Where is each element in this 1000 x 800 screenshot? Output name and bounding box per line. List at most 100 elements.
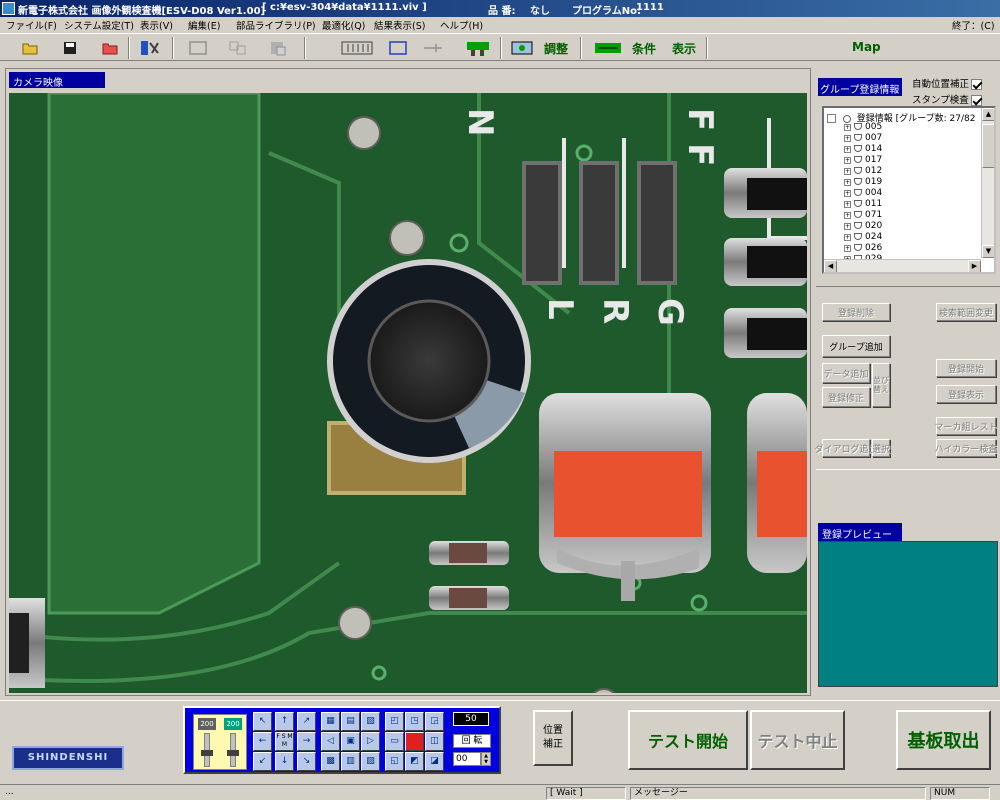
menu-file[interactable]: ファイル(F) xyxy=(6,18,57,32)
display-button[interactable]: 表示 xyxy=(672,40,696,60)
tree-item[interactable]: +014 xyxy=(844,144,882,155)
tree-item[interactable]: +071 xyxy=(844,210,882,221)
zoom-in-icon[interactable]: ▤ xyxy=(341,712,360,731)
board-icon[interactable] xyxy=(592,38,624,58)
select-button[interactable]: 選択 xyxy=(872,439,890,457)
board-eject-button[interactable]: 基板取出 xyxy=(896,710,991,770)
copy-icon[interactable] xyxy=(226,38,250,58)
high-color-button[interactable]: ハイカラー検査 xyxy=(935,439,997,457)
tool-hand-down-icon[interactable]: ◱ xyxy=(385,752,404,771)
image-icon[interactable] xyxy=(508,38,536,58)
grid-icon[interactable]: ▥ xyxy=(341,752,360,771)
register-delete-button[interactable]: 登録削除 xyxy=(822,303,890,321)
tree-horizontal-scrollbar[interactable]: ◀ ▶ xyxy=(824,259,981,272)
save-icon[interactable] xyxy=(58,38,82,58)
map-button[interactable]: Map xyxy=(852,40,881,60)
stop-icon[interactable] xyxy=(405,732,424,751)
tool-move-icon[interactable]: ◩ xyxy=(405,752,424,771)
move-down-right-icon[interactable]: ↘ xyxy=(297,752,316,771)
condition-button[interactable]: 条件 xyxy=(632,40,656,60)
window-icon[interactable] xyxy=(386,38,410,58)
register-start-button[interactable]: 登録開始 xyxy=(936,359,996,377)
tree-vertical-scrollbar[interactable]: ▲ ▼ xyxy=(981,108,994,258)
expand-icon[interactable]: + xyxy=(844,201,851,208)
tree-item[interactable]: +020 xyxy=(844,221,882,232)
tool-frame-icon[interactable]: ▭ xyxy=(385,732,404,751)
scroll-up-icon[interactable]: ▲ xyxy=(982,108,994,121)
scroll-down-icon[interactable]: ▼ xyxy=(982,245,994,258)
menu-help[interactable]: ヘルプ(H) xyxy=(440,18,483,32)
step-icon[interactable]: ▣ xyxy=(341,732,360,751)
tree-item[interactable]: +007 xyxy=(844,133,882,144)
menu-exit[interactable]: 終了：(C) xyxy=(952,18,995,32)
expand-icon[interactable]: + xyxy=(844,157,851,164)
expand-icon[interactable]: + xyxy=(844,212,851,219)
tree-item[interactable]: +017 xyxy=(844,155,882,166)
menu-view[interactable]: 表示(V) xyxy=(140,18,173,32)
menu-results[interactable]: 結果表示(S) xyxy=(374,18,425,32)
menu-parts-library[interactable]: 部品ライブラリ(P) xyxy=(236,18,316,32)
group-tree[interactable]: 登録情報 [グループ数: 27/82 +005 +007 +014 +017 +… xyxy=(822,106,996,274)
paste-icon[interactable] xyxy=(266,38,290,58)
tool-pointer-icon[interactable]: ◰ xyxy=(385,712,404,731)
menu-edit[interactable]: 編集(E) xyxy=(188,18,220,32)
scroll-right-icon[interactable]: ▶ xyxy=(968,260,981,272)
rotate-cw-icon[interactable]: ▨ xyxy=(361,752,380,771)
expand-icon[interactable]: + xyxy=(844,234,851,241)
expand-icon[interactable]: + xyxy=(844,168,851,175)
register-view-button[interactable]: 登録表示 xyxy=(936,385,996,403)
rotate-button[interactable]: 回 転 xyxy=(453,734,491,748)
move-up-right-icon[interactable]: ↗ xyxy=(297,712,316,731)
tree-item[interactable]: +005 xyxy=(844,122,882,133)
test-start-button[interactable]: テスト開始 xyxy=(628,710,748,770)
position-correct-button[interactable]: 位置 補正 xyxy=(533,710,573,766)
open-folder-icon[interactable] xyxy=(18,38,42,58)
register-modify-button[interactable]: 登録修正 xyxy=(822,387,870,407)
auto-position-row[interactable]: 自動位置補正 xyxy=(912,76,983,90)
dialog-add-button[interactable]: ダイアログ追加 xyxy=(815,439,878,457)
tool-target-icon[interactable]: ◫ xyxy=(425,732,444,751)
frame-icon[interactable] xyxy=(186,38,210,58)
rotate-ccw-icon[interactable]: ▩ xyxy=(321,752,340,771)
step-back-icon[interactable]: ◁ xyxy=(321,732,340,751)
scroll-left-icon[interactable]: ◀ xyxy=(824,260,837,272)
rotate-spinner-icon[interactable]: ▲ ▼ xyxy=(481,752,491,766)
adjust-button[interactable]: 調整 xyxy=(544,40,568,60)
light-icon[interactable] xyxy=(464,38,494,58)
expand-icon[interactable]: + xyxy=(844,245,851,252)
expand-icon[interactable]: + xyxy=(844,135,851,142)
tree-item[interactable]: +011 xyxy=(844,199,882,210)
expand-icon[interactable]: + xyxy=(844,223,851,230)
move-right-icon[interactable]: → xyxy=(297,732,316,751)
auto-position-checkbox[interactable] xyxy=(971,79,983,90)
move-down-left-icon[interactable]: ↙ xyxy=(253,752,272,771)
group-add-button[interactable]: グループ追加 xyxy=(822,335,890,357)
stamp-checkbox[interactable] xyxy=(970,95,982,106)
open-file-icon[interactable] xyxy=(98,38,122,58)
zoom-fit-icon[interactable]: ▧ xyxy=(361,712,380,731)
zoom-area-icon[interactable]: ▦ xyxy=(321,712,340,731)
tool-hand-icon[interactable]: ◳ xyxy=(405,712,424,731)
test-stop-button[interactable]: テスト中止 xyxy=(750,710,845,770)
sort-button[interactable]: 並び替え xyxy=(872,363,890,407)
jog-center-button[interactable]: F S M M xyxy=(275,732,294,751)
move-up-icon[interactable]: ↑ xyxy=(275,712,294,731)
camera-image[interactable]: N F F L R G xyxy=(9,93,807,693)
scroll-thumb[interactable] xyxy=(982,124,994,168)
tree-item[interactable]: +024 xyxy=(844,232,882,243)
tree-item[interactable]: +019 xyxy=(844,177,882,188)
expand-icon[interactable]: + xyxy=(844,179,851,186)
expand-icon[interactable]: + xyxy=(844,146,851,153)
move-up-left-icon[interactable]: ↖ xyxy=(253,712,272,731)
data-add-button[interactable]: データ追加 xyxy=(822,363,870,383)
expand-icon[interactable]: + xyxy=(844,124,851,131)
tree-item[interactable]: +012 xyxy=(844,166,882,177)
menu-system-settings[interactable]: システム設定(T) xyxy=(64,18,134,32)
search-range-button[interactable]: 検索範囲変更 xyxy=(936,303,996,321)
tree-item[interactable]: +026 xyxy=(844,243,882,254)
link-icon[interactable] xyxy=(420,38,446,58)
move-left-icon[interactable]: ← xyxy=(253,732,272,751)
lamp-left-slider[interactable] xyxy=(201,733,213,767)
lamp-right-slider[interactable] xyxy=(227,733,239,767)
marker-reset-button[interactable]: マーカ組レスト xyxy=(935,417,998,435)
